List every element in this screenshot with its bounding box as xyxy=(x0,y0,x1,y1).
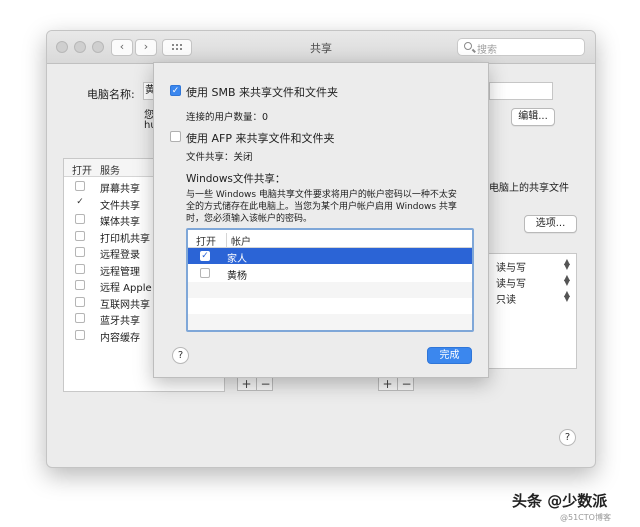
service-checkbox[interactable] xyxy=(75,297,85,307)
service-label: 媒体共享 xyxy=(100,217,140,228)
empty-row xyxy=(188,282,472,298)
account-checkbox[interactable] xyxy=(200,268,210,278)
remove-user-button[interactable]: − xyxy=(397,377,415,391)
service-checkbox[interactable]: ✓ xyxy=(75,198,85,208)
services-header-on: 打开 xyxy=(72,166,92,177)
service-label: 打印机共享 xyxy=(100,234,150,245)
accounts-header-account: 帐户 xyxy=(226,233,251,248)
account-row[interactable]: 黄杨 xyxy=(188,265,472,282)
windows-sharing-title: Windows文件共享： xyxy=(186,173,286,185)
add-folder-button[interactable]: + xyxy=(238,377,255,391)
user-add-remove: + − xyxy=(378,377,414,391)
permissions-list: 读与写 ▲ ▼ 读与写 ▲ ▼ 只读 ▲ ▼ xyxy=(487,253,577,369)
service-label: 蓝牙共享 xyxy=(100,316,140,327)
edit-button[interactable]: 编辑... xyxy=(511,108,555,126)
computer-name-field-right[interactable] xyxy=(489,82,553,100)
service-checkbox[interactable] xyxy=(75,330,85,340)
search-icon xyxy=(464,42,472,50)
service-label: 屏幕共享 xyxy=(100,184,140,195)
afp-label: 使用 AFP 来共享文件和文件夹 xyxy=(186,132,335,145)
file-sharing-options-sheet: ✓ 使用 SMB 来共享文件和文件夹 连接的用户数量：0 使用 AFP 来共享文… xyxy=(153,62,489,378)
service-checkbox[interactable] xyxy=(75,247,85,257)
remove-folder-button[interactable]: − xyxy=(256,377,274,391)
watermark: 头条 @少数派 xyxy=(512,492,608,510)
services-header-service: 服务 xyxy=(100,166,120,177)
service-label: 远程 Apple xyxy=(100,283,152,294)
permission-value[interactable]: 读与写 xyxy=(496,259,526,274)
service-checkbox[interactable] xyxy=(75,264,85,274)
add-user-button[interactable]: + xyxy=(379,377,396,391)
connected-users-text: 连接的用户数量：0 xyxy=(186,112,269,123)
smb-label: 使用 SMB 来共享文件和文件夹 xyxy=(186,86,339,99)
up-down-icon[interactable]: ▲ ▼ xyxy=(564,258,570,271)
options-button[interactable]: 选项... xyxy=(524,215,577,233)
folder-add-remove: + − xyxy=(237,377,273,391)
account-row-selected[interactable]: ✓ 家人 xyxy=(188,248,472,265)
afp-checkbox[interactable] xyxy=(170,131,181,142)
service-label: 互联网共享 xyxy=(100,300,150,311)
smb-checkbox[interactable]: ✓ xyxy=(170,85,181,96)
account-checkbox[interactable]: ✓ xyxy=(200,251,210,261)
service-label: 远程登录 xyxy=(100,250,140,261)
service-checkbox[interactable] xyxy=(75,181,85,191)
empty-row xyxy=(188,314,472,330)
title-bar: ‹ › 共享 搜索 xyxy=(47,31,595,64)
service-checkbox[interactable] xyxy=(75,214,85,224)
windows-accounts-table: 打开 帐户 ✓ 家人 黄杨 xyxy=(186,228,474,332)
account-name: 家人 xyxy=(227,254,247,265)
accounts-header: 打开 帐户 xyxy=(188,230,472,248)
sheet-help-button[interactable]: ? xyxy=(172,347,189,364)
file-sharing-status: 文件共享：关闭 xyxy=(186,152,253,163)
account-name: 黄杨 xyxy=(227,271,247,282)
up-down-icon[interactable]: ▲ ▼ xyxy=(564,274,570,287)
service-checkbox[interactable] xyxy=(75,231,85,241)
search-field[interactable]: 搜索 xyxy=(457,38,585,56)
computer-name-label: 电脑名称: xyxy=(87,88,135,101)
accounts-header-on: 打开 xyxy=(196,237,216,248)
service-checkbox[interactable] xyxy=(75,313,85,323)
checkmark-icon: ✓ xyxy=(76,197,84,207)
service-label: 文件共享 xyxy=(100,201,140,212)
checkmark-icon: ✓ xyxy=(201,251,209,261)
permission-value[interactable]: 读与写 xyxy=(496,275,526,290)
checkmark-icon: ✓ xyxy=(171,86,180,96)
watermark-small: @51CTO博客 xyxy=(560,513,611,522)
windows-description-line: 时，您必须输入该帐户的密码。 xyxy=(186,214,313,224)
service-label: 内容缓存 xyxy=(100,333,140,344)
up-down-icon[interactable]: ▲ ▼ xyxy=(564,290,570,303)
done-button[interactable]: 完成 xyxy=(427,347,472,364)
service-checkbox[interactable] xyxy=(75,280,85,290)
search-placeholder: 搜索 xyxy=(477,45,497,56)
window-help-button[interactable]: ? xyxy=(559,429,576,446)
permission-value[interactable]: 只读 xyxy=(496,291,516,306)
service-label: 远程管理 xyxy=(100,267,140,278)
shared-folders-text: 电脑上的共享文件 xyxy=(489,183,569,194)
